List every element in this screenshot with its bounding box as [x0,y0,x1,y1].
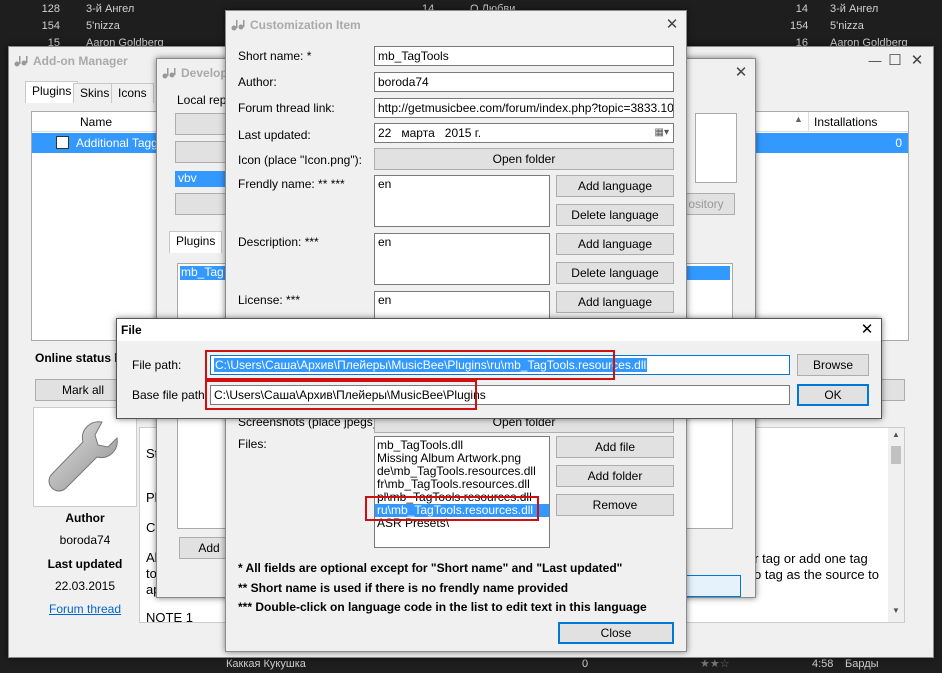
close-icon[interactable]: ✕ [857,320,877,340]
file-path-label: File path: [132,358,182,372]
delete-language-button[interactable]: Delete language [556,204,674,226]
desc-line: NOTE 1 [146,610,193,625]
license-list[interactable]: en [374,291,550,321]
wrench-icon [48,421,118,492]
highlight-box [365,496,539,521]
col-name-header[interactable]: Name [80,115,112,129]
highlight-box [205,380,477,410]
scroll-down-icon[interactable]: ▼ [892,606,900,615]
icon-label: Icon (place "Icon.png"): [238,153,362,167]
ok-button[interactable]: OK [797,384,869,406]
forum-thread-link[interactable]: Forum thread [33,602,137,616]
tab-plugins[interactable]: Plugins [25,81,79,103]
bg-row-title: 5'nizza [86,20,120,32]
files-label: Files: [238,437,267,451]
author-label: Author: [238,75,277,89]
addon-tabs: Plugins Skins Icons [25,81,159,105]
last-updated-label: Last updated: [238,128,311,142]
short-name-label: Short name: * [238,49,312,63]
add-file-button[interactable]: Add file [556,436,674,458]
author-value: boroda74 [59,533,111,547]
scroll-thumb[interactable] [891,446,901,464]
tab-plugins[interactable]: Plugins [169,231,223,253]
bg-row-num: 0 [582,658,589,670]
close-icon[interactable]: ✕ [731,63,751,83]
repo-list-right [695,113,737,183]
add-language-button[interactable]: Add language [556,233,674,255]
last-updated-value: 22.03.2015 [54,579,116,593]
bg-row-num: 154 [41,20,60,32]
browse-button[interactable]: Browse [797,354,869,376]
bg-row-num: 14 [795,3,808,15]
window-title: Add-on Manager [33,54,128,68]
customization-titlebar: Customization Item [226,11,686,39]
online-status-label: Online status le [35,351,125,365]
scroll-up-icon[interactable]: ▲ [892,430,900,439]
file-dialog: File ✕ File path: C:\Users\Саша\Архив\Пл… [116,318,882,419]
row-installs: 0 [895,136,902,150]
license-label: License: *** [238,293,301,307]
row-name: Additional Taggin [76,136,168,150]
vertical-scrollbar[interactable]: ▲ ▼ [888,428,904,622]
addon-icon-box [33,407,137,507]
date-day: 22 [378,126,392,140]
app-icon [14,56,28,67]
friendly-name-label: Frendly name: ** *** [238,177,345,191]
base-path-label: Base file path: [132,388,209,402]
description-label: Description: *** [238,235,319,249]
open-folder-button[interactable]: Open folder [374,148,674,170]
calendar-icon[interactable]: ▦▾ [655,124,669,142]
date-month: марта [401,126,435,140]
files-list[interactable]: mb_TagTools.dll Missing Album Artwork.pn… [374,436,550,548]
add-folder-button[interactable]: Add folder [556,465,674,487]
last-updated-label: Last updated [47,557,123,571]
sort-up-icon: ▲ [794,114,803,124]
window-title: Develop [181,66,228,80]
close-icon[interactable]: ✕ [662,15,682,35]
bg-row-title: Каккая Кукушка [226,658,306,670]
dev-tabs: Plugins [169,231,223,255]
app-icon [162,68,176,79]
author-input[interactable]: boroda74 [374,72,674,92]
note-2: ** Short name is used if there is no fre… [238,581,569,595]
tab-icons[interactable]: Icons [111,83,154,103]
highlight-box [205,350,615,380]
col-installations-header[interactable]: Installations [814,115,877,129]
delete-language-button[interactable]: Delete language [556,262,674,284]
close-icon[interactable]: ✕ [907,51,927,71]
desc-line: o tag as the source to [754,567,880,582]
file-dialog-titlebar: File [117,319,881,341]
friendly-name-list[interactable]: en [374,175,550,227]
bg-row-num: 128 [41,3,60,15]
author-label: Author [65,511,105,525]
bg-row-title: 5'nizza [830,20,864,32]
desc-line: er tag or add one tag [747,551,868,566]
forum-link-label: Forum thread link: [238,101,335,115]
date-year: 2015 г. [444,126,482,140]
dev-focused-button[interactable] [681,575,741,597]
row-checkbox[interactable] [56,136,69,149]
note-3: *** Double-click on language code in the… [238,600,647,614]
remove-button[interactable]: Remove [556,494,674,516]
rating-stars-icon: ★★☆ [700,658,730,670]
short-name-input[interactable]: mb_TagTools [374,46,674,66]
app-icon [231,20,245,31]
bg-row-num: 154 [790,20,809,32]
minimize-icon[interactable]: — [865,51,885,71]
bg-row-title: 3-й Ангел [830,3,879,15]
window-title: File [121,323,142,337]
bg-row-title: 3-й Ангел [86,3,135,15]
maximize-icon[interactable]: ☐ [885,51,905,71]
forum-link-input[interactable]: http://getmusicbee.com/forum/index.php?t… [374,98,674,118]
note-1: * All fields are optional except for "Sh… [238,561,623,575]
add-language-button[interactable]: Add language [556,291,674,313]
description-list[interactable]: en [374,233,550,285]
add-language-button[interactable]: Add language [556,175,674,197]
tab-skins[interactable]: Skins [73,83,117,103]
close-button[interactable]: Close [558,622,674,644]
bg-row-artist: Барды [845,658,879,670]
last-updated-datepicker[interactable]: 22 марта 2015 г. ▦▾ [374,123,674,143]
bg-row-time: 4:58 [812,658,834,670]
window-title: Customization Item [250,18,361,32]
